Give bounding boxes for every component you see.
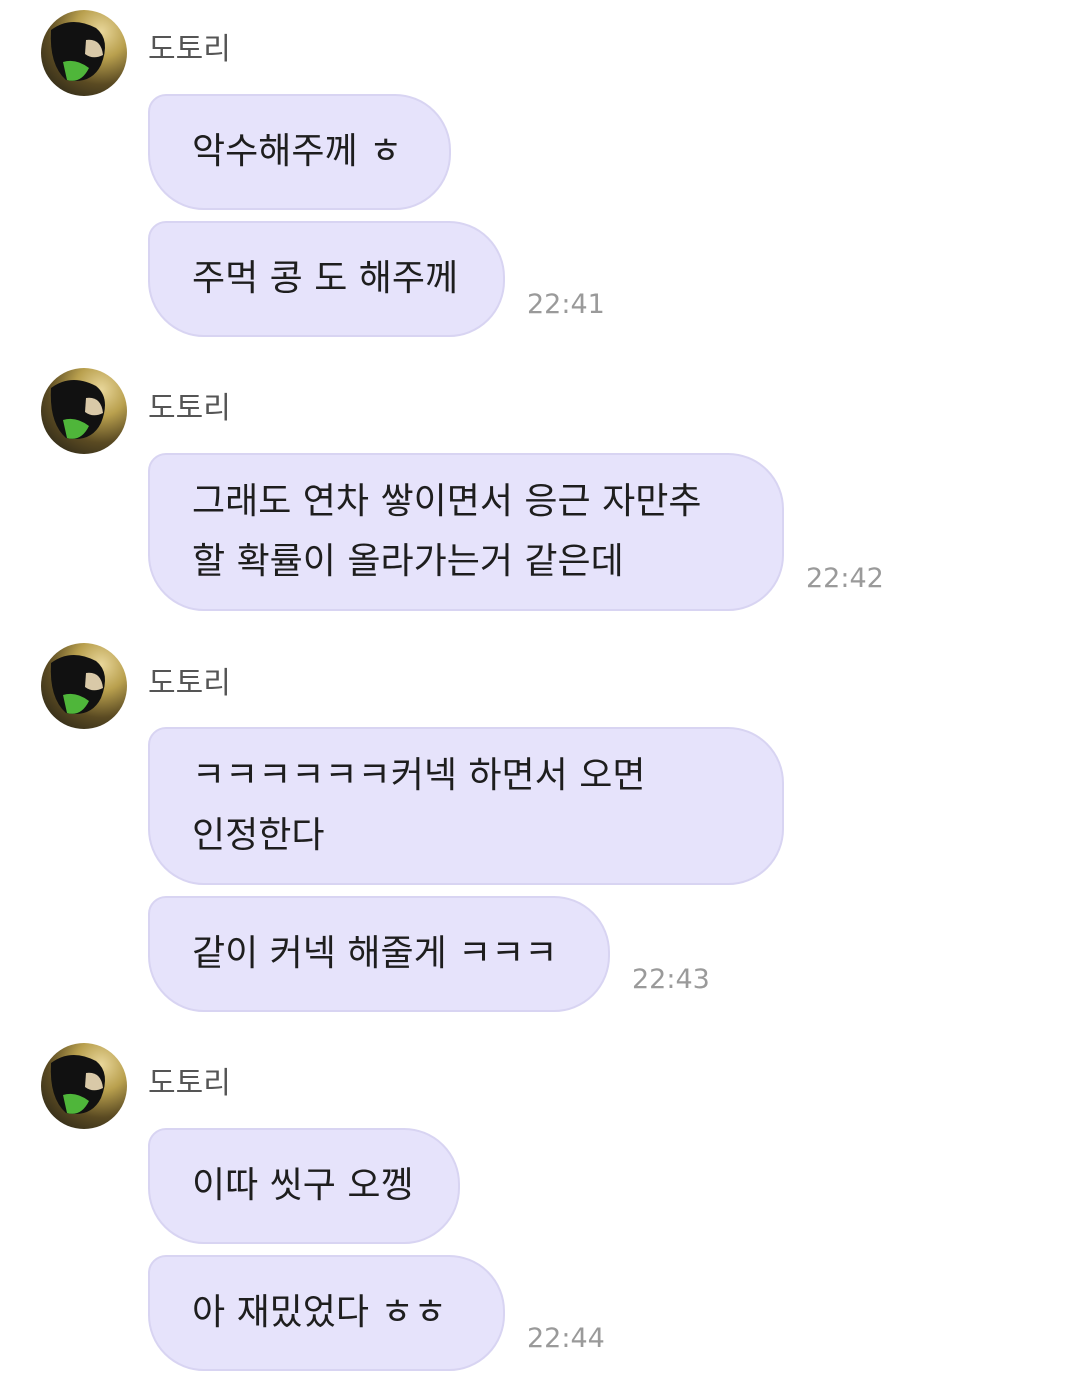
sender-name: 도토리 [148, 666, 231, 701]
avatar[interactable] [41, 643, 127, 729]
avatar-image [50, 21, 105, 81]
avatar[interactable] [41, 10, 127, 96]
message-text: 주먹 콩 도 해주께 [192, 258, 459, 299]
message-bubble[interactable]: ㅋㅋㅋㅋㅋㅋ커넥 하면서 오면 인정한다 [148, 727, 784, 885]
message-timestamp: 22:42 [806, 563, 884, 594]
message-bubble[interactable]: 그래도 연차 쌓이면서 응근 자만추 할 확률이 올라가는거 같은데 [148, 453, 784, 611]
message-bubble[interactable]: 이따 씻구 오껭 [148, 1128, 460, 1244]
avatar[interactable] [41, 368, 127, 454]
message-text: 이따 씻구 오껭 [192, 1165, 414, 1206]
message-text: ㅋㅋㅋㅋㅋㅋ커넥 하면서 오면 인정한다 [192, 755, 646, 856]
message-bubble[interactable]: 아 재밌었다 ㅎㅎ [148, 1255, 505, 1371]
message-text: 악수해주께 ㅎ [192, 131, 403, 172]
sender-name: 도토리 [148, 32, 231, 67]
message-text: 그래도 연차 쌓이면서 응근 자만추 할 확률이 올라가는거 같은데 [192, 481, 702, 582]
message-timestamp: 22:43 [632, 964, 710, 995]
message-timestamp: 22:41 [527, 289, 605, 320]
avatar[interactable] [41, 1043, 127, 1129]
sender-name: 도토리 [148, 1066, 231, 1101]
message-bubble[interactable]: 주먹 콩 도 해주께 [148, 221, 505, 337]
message-text: 아 재밌었다 ㅎㅎ [192, 1292, 447, 1333]
message-text: 같이 커넥 해줄게 ㅋㅋㅋ [192, 933, 558, 974]
avatar-image [50, 379, 105, 439]
avatar-image [50, 1054, 105, 1114]
sender-name: 도토리 [148, 391, 231, 426]
avatar-image [50, 654, 105, 714]
message-bubble[interactable]: 같이 커넥 해줄게 ㅋㅋㅋ [148, 896, 610, 1012]
message-timestamp: 22:44 [527, 1323, 605, 1354]
message-bubble[interactable]: 악수해주께 ㅎ [148, 94, 451, 210]
